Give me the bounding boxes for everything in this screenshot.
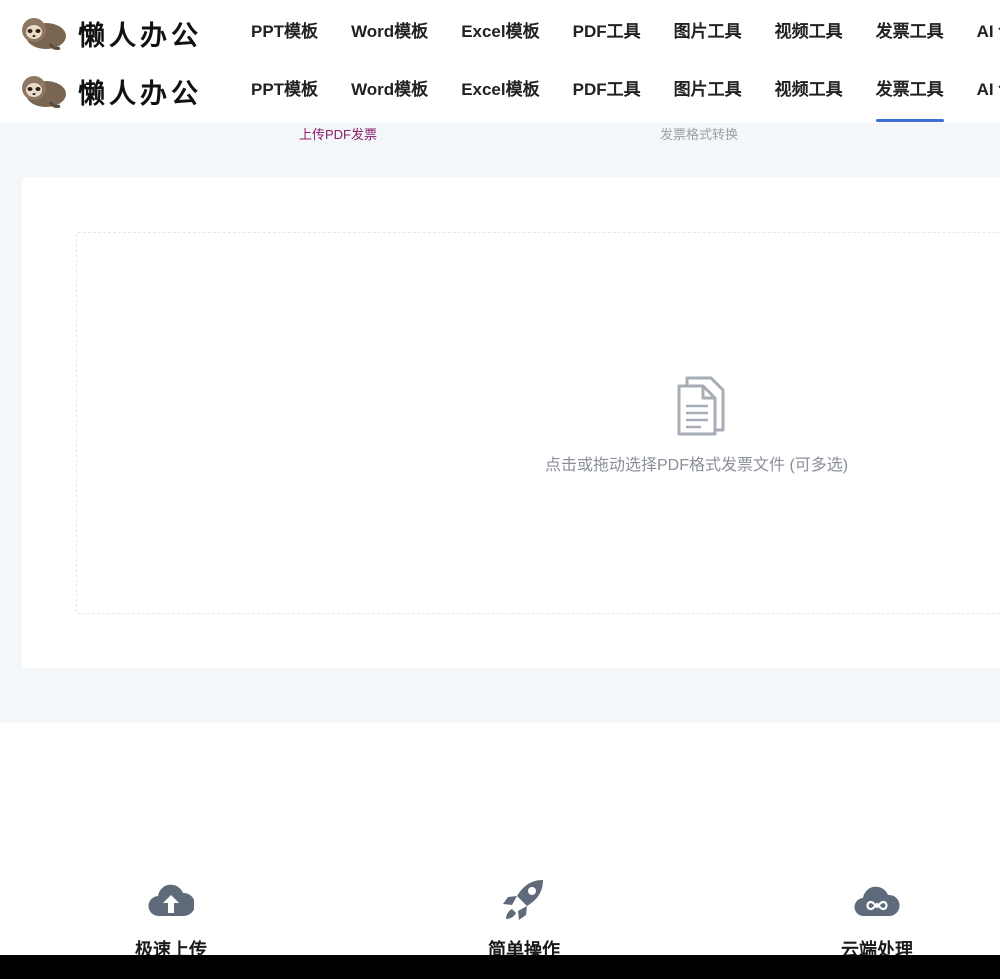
feature-simple-operation: 简单操作	[464, 878, 584, 962]
brand-name: 懒人办公	[78, 20, 202, 52]
logo[interactable]: 懒人办公	[20, 71, 202, 111]
document-icon	[677, 376, 725, 436]
nav-item-ai[interactable]: AI 创作	[977, 3, 1000, 61]
nav-item-word[interactable]: Word模板	[351, 3, 428, 61]
main-nav: PPT模板 Word模板 Excel模板 PDF工具 图片工具 视频工具 发票工…	[251, 61, 1000, 122]
nav-item-ppt[interactable]: PPT模板	[251, 61, 318, 119]
brand-name: 懒人办公	[78, 78, 202, 110]
nav-item-excel[interactable]: Excel模板	[461, 3, 539, 61]
invoice-tool-section: 上传PDF发票 发票格式转换 点击或拖动选择PDF格式发票文件 (可多选)	[0, 123, 1000, 723]
cloud-upload-icon	[148, 884, 194, 917]
rocket-icon	[503, 880, 543, 920]
bottom-bar	[0, 955, 1000, 979]
tab-invoice-format-convert[interactable]: 发票格式转换	[660, 124, 738, 143]
nav-item-excel[interactable]: Excel模板	[461, 61, 539, 119]
main-nav: PPT模板 Word模板 Excel模板 PDF工具 图片工具 视频工具 发票工…	[251, 3, 1000, 61]
upload-card: 点击或拖动选择PDF格式发票文件 (可多选)	[22, 177, 1000, 668]
header-duplicate: 懒人办公 PPT模板 Word模板 Excel模板 PDF工具 图片工具 视频工…	[0, 3, 1000, 61]
tab-upload-pdf-invoice[interactable]: 上传PDF发票	[299, 124, 377, 143]
logo[interactable]: 懒人办公	[20, 13, 202, 53]
nav-item-invoice[interactable]: 发票工具	[876, 3, 944, 61]
nav-item-ppt[interactable]: PPT模板	[251, 3, 318, 61]
nav-item-image[interactable]: 图片工具	[674, 61, 742, 119]
header: 懒人办公 PPT模板 Word模板 Excel模板 PDF工具 图片工具 视频工…	[0, 61, 1000, 123]
nav-item-word[interactable]: Word模板	[351, 61, 428, 119]
nav-item-invoice[interactable]: 发票工具	[875, 61, 944, 122]
upload-hint: 点击或拖动选择PDF格式发票文件 (可多选)	[545, 457, 849, 474]
nav-item-video[interactable]: 视频工具	[775, 61, 843, 119]
nav-item-pdf[interactable]: PDF工具	[573, 3, 641, 61]
nav-item-video[interactable]: 视频工具	[775, 3, 843, 61]
upload-dropzone[interactable]: 点击或拖动选择PDF格式发票文件 (可多选)	[76, 232, 1000, 614]
cloud-infinity-icon	[854, 886, 900, 917]
nav-item-image[interactable]: 图片工具	[674, 3, 742, 61]
nav-item-pdf[interactable]: PDF工具	[573, 61, 641, 119]
nav-item-ai[interactable]: AI 创作	[977, 61, 1000, 119]
sloth-icon	[22, 76, 66, 108]
sloth-icon	[22, 18, 66, 50]
feature-fast-upload: 极速上传	[111, 878, 231, 962]
feature-cloud-processing: 云端处理	[817, 878, 937, 962]
